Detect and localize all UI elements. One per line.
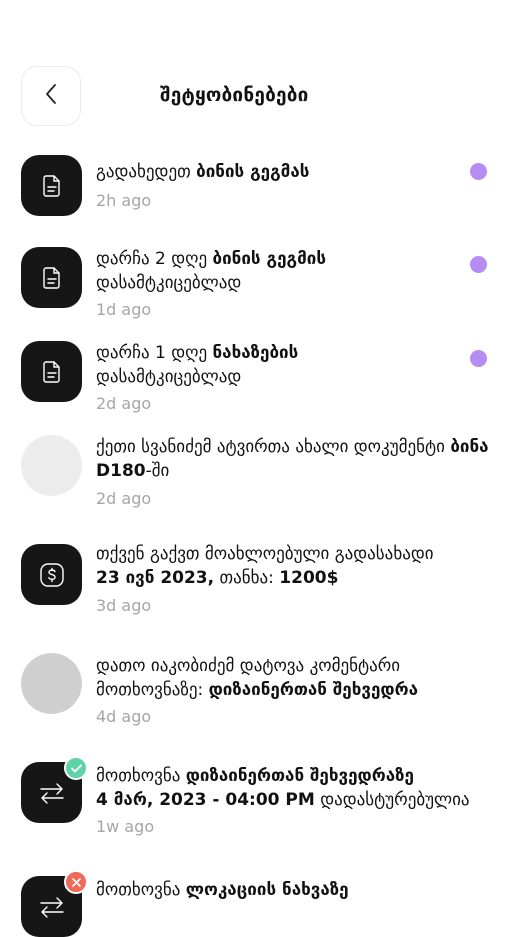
notification-text: დარჩა 2 დღე ბინის გეგმის დასამტკიცებლად [96,249,326,293]
header: შეტყობინებები [0,66,507,128]
notification-time: 2d ago [96,394,152,413]
notification-time: 1w ago [96,817,155,836]
notification-text: დარჩა 1 დღე ნახაზების დასამტკიცებლად [96,343,299,387]
notification-text: მოთხოვნა დიზაინერთან შეხვედრაზე 4 მარ, 20… [96,766,470,810]
document-icon [21,341,82,402]
page-title: შეტყობინებები [160,84,309,106]
notification-text: ქეთი სვანიძემ ატვირთა ახალი დოკუმენტი ბი… [96,437,489,481]
chevron-left-icon [44,83,58,109]
avatar [21,653,82,714]
document-icon [21,247,82,308]
unread-dot [470,350,487,367]
back-button[interactable] [21,66,81,126]
notification-time: 3d ago [96,596,152,615]
notification-time: 2d ago [96,489,152,508]
document-icon [21,155,82,216]
notification-text: გადახედეთ ბინის გეგმას [96,162,310,182]
dollar-icon [21,544,82,605]
notification-time: 1d ago [96,300,152,319]
notification-time: 4d ago [96,707,152,726]
notification-time: 2h ago [96,191,152,210]
notification-text: თქვენ გაქვთ მოახლოებული გადასახადი 23 ივ… [96,544,434,588]
unread-dot [470,163,487,180]
notification-text: მოთხოვნა ლოკაციის ნახვაზე [96,880,349,900]
close-icon [64,870,88,894]
notification-text: დათო იაკობიძემ დატოვა კომენტარი მოთხოვნა… [96,656,418,700]
check-icon [64,756,88,780]
avatar [21,435,82,496]
unread-dot [470,256,487,273]
